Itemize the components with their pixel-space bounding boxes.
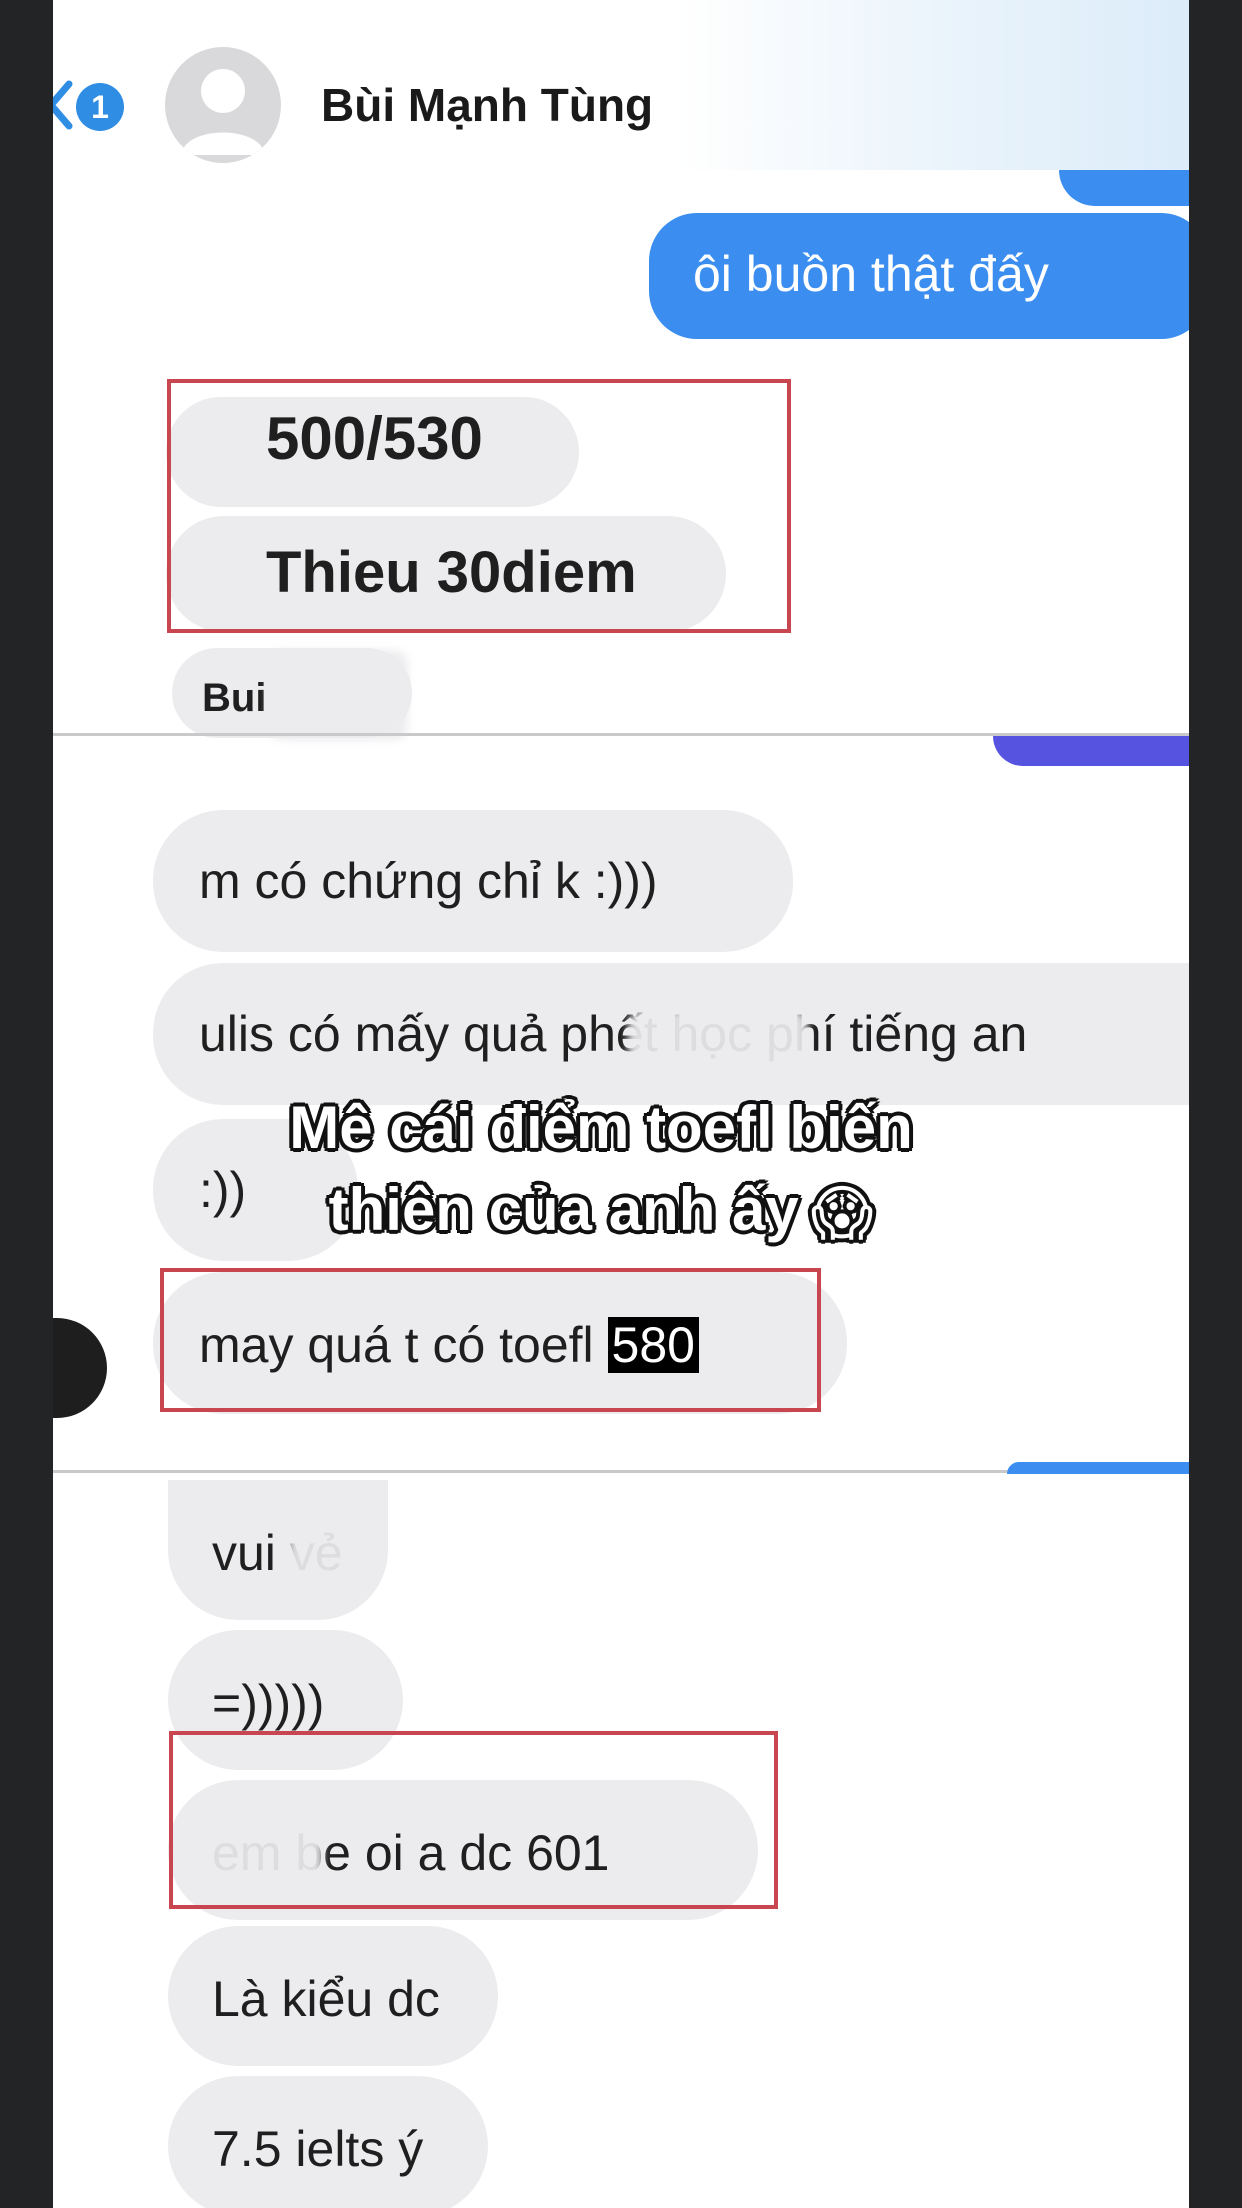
message-text: m có chứng chỉ k :))) [199,853,658,909]
caption-overlay: thiên của anh ấy 😱 [53,1180,1169,1244]
incoming-message[interactable]: m có chứng chỉ k :))) [153,810,793,952]
person-icon [181,69,265,155]
message-text: Là kiểu dc [212,1971,440,2027]
chat-screen: 1 Bùi Mạnh Tùng ôi buồn thật đấy 500/530… [53,0,1189,2208]
outgoing-bubble-edge [993,736,1189,766]
caption-overlay: Mê cái điểm toefl biến [53,1098,1169,1158]
highlight-box [160,1268,821,1412]
contact-avatar[interactable] [165,47,281,163]
caption-line: thiên của anh ấy [328,1176,799,1243]
incoming-message[interactable]: 7.5 ielts ý [168,2076,488,2208]
message-text: ulis có mấy quả phết học phí tiếng an [199,1006,1028,1062]
outgoing-bubble-edge [1059,170,1189,206]
outgoing-bubble-edge [1007,1462,1189,1474]
blurred-region [288,1520,358,1580]
incoming-message[interactable]: Là kiểu dc [168,1926,498,2066]
chat-header: 1 Bùi Mạnh Tùng [53,0,1189,170]
blurred-region [628,1010,808,1070]
contact-avatar-small[interactable] [53,1318,107,1418]
message-text: =))))) [212,1675,325,1731]
caption-line: Mê cái điểm toefl biến [289,1094,913,1161]
message-text: 7.5 ielts ý [212,2121,424,2177]
shocked-cat-emoji-icon: 😱 [810,1180,874,1248]
contact-name[interactable]: Bùi Mạnh Tùng [321,78,653,132]
message-text: ôi buồn thật đấy [693,246,1049,302]
blurred-region [268,650,408,740]
highlight-box [169,1731,778,1909]
unread-count-badge[interactable]: 1 [76,83,124,131]
outgoing-message[interactable]: ôi buồn thật đấy [649,213,1189,339]
highlight-box [167,379,791,633]
message-text: Bui [202,676,267,720]
back-chevron-icon[interactable] [53,80,73,130]
